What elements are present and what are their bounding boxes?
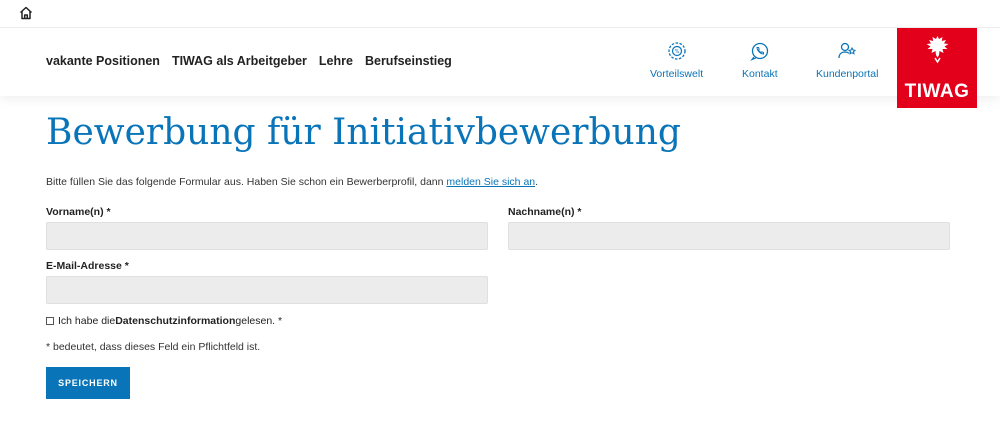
quick-link-vorteilswelt[interactable]: % Vorteilswelt	[650, 40, 703, 80]
first-name-field[interactable]	[46, 222, 488, 250]
benefits-icon: %	[667, 42, 686, 60]
nav-links: vakante Positionen TIWAG als Arbeitgeber…	[46, 54, 452, 68]
home-icon[interactable]	[19, 6, 33, 20]
contact-icon	[749, 42, 768, 61]
quick-link-kontakt[interactable]: Kontakt	[742, 40, 778, 80]
quick-link-kundenportal[interactable]: Kundenportal	[816, 40, 878, 80]
eagle-logo-icon	[926, 36, 949, 64]
consent-suffix: gelesen. *	[235, 315, 283, 327]
email-field[interactable]	[46, 276, 488, 304]
privacy-info-link[interactable]: Datenschutzinformation	[115, 315, 235, 327]
required-field-note: * bedeutet, dass dieses Feld ein Pflicht…	[46, 341, 261, 353]
last-name-field[interactable]	[508, 222, 950, 250]
nav-link-lehre[interactable]: Lehre	[319, 54, 353, 68]
main-navigation: vakante Positionen TIWAG als Arbeitgeber…	[0, 28, 1000, 96]
intro-text: Bitte füllen Sie das folgende Formular a…	[46, 176, 538, 188]
customer-portal-icon	[838, 42, 857, 59]
svg-text:%: %	[674, 49, 679, 55]
privacy-consent: Ich habe die Datenschutzinformation gele…	[46, 315, 282, 327]
email-label: E-Mail-Adresse *	[46, 260, 129, 272]
login-link[interactable]: melden Sie sich an	[446, 176, 535, 188]
save-button[interactable]: SPEICHERN	[46, 367, 130, 399]
quick-link-label: Kundenportal	[816, 68, 879, 80]
top-bar	[0, 0, 1000, 28]
nav-link-tiwag-als-arbeitgeber[interactable]: TIWAG als Arbeitgeber	[172, 54, 307, 68]
quick-link-label: Vorteilswelt	[650, 68, 704, 80]
page-title: Bewerbung für Initiativbewerbung	[46, 112, 681, 153]
last-name-label: Nachname(n) *	[508, 206, 582, 218]
quick-link-label: Kontakt	[742, 68, 778, 80]
intro-text-body: Bitte füllen Sie das folgende Formular a…	[46, 176, 447, 188]
nav-link-vakante-positionen[interactable]: vakante Positionen	[46, 54, 160, 68]
nav-link-berufseinstieg[interactable]: Berufseinstieg	[365, 54, 452, 68]
logo-text: TIWAG	[904, 81, 970, 102]
intro-text-end: .	[535, 176, 539, 188]
tiwag-logo[interactable]: TIWAG	[897, 28, 977, 108]
first-name-label: Vorname(n) *	[46, 206, 111, 218]
consent-prefix: Ich habe die	[58, 315, 116, 327]
privacy-consent-checkbox[interactable]	[46, 317, 54, 325]
